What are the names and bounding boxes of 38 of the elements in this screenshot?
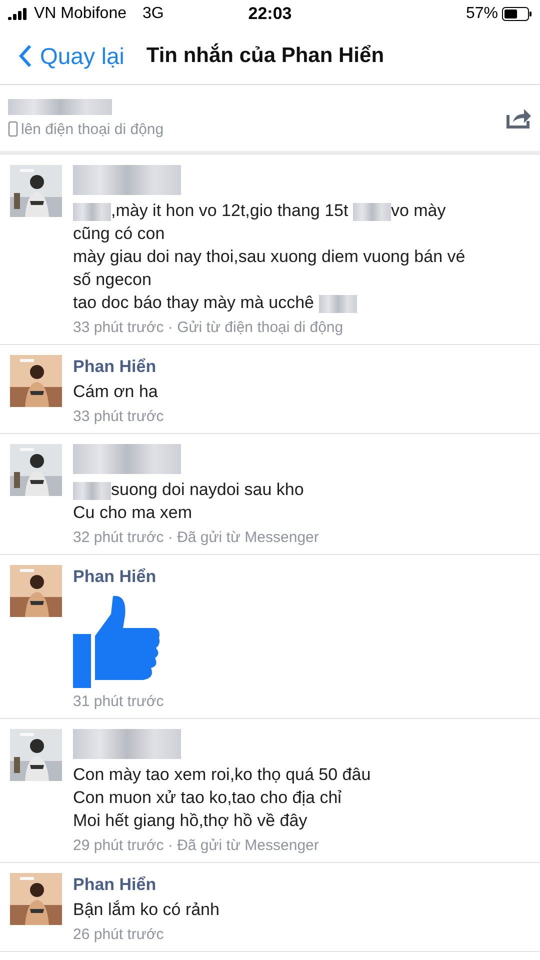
message-meta: 32 phút trước · Đã gửi từ Messenger (73, 529, 320, 546)
thumbs-up-icon (73, 594, 161, 688)
page-title: Tin nhắn của Phan Hiển (146, 44, 384, 68)
clock: 22:03 (248, 4, 292, 24)
message-meta: 26 phút trước (73, 926, 165, 943)
message-text: tao doc báo thay mày mà ucchê (73, 291, 530, 314)
blurred-patch (318, 294, 357, 313)
back-button[interactable]: Quay lại (18, 42, 124, 70)
sender-name[interactable]: Phan Hiển (73, 567, 530, 587)
message-text: cũng có con (73, 223, 166, 245)
phone-icon (8, 121, 18, 137)
message-meta: 33 phút trước · Gửi từ điện thoại di động (73, 319, 344, 336)
share-icon[interactable] (506, 107, 532, 129)
blurred-patch (73, 202, 111, 221)
message-text: Con mày tao xem roi,ko thọ quá 50 đâu (73, 764, 372, 786)
network-type: 3G (142, 5, 164, 23)
battery-percent: 57% (466, 5, 498, 23)
carrier-name: VN Mobifone (34, 5, 126, 23)
sender-name[interactable]: Phan Hiển (73, 357, 530, 377)
subtitle: lên điện thoại di động (21, 120, 164, 138)
message-text: suong doi naydoi sau kho (73, 478, 530, 501)
message-text: ,mày it hon vo 12t,gio thang 15t vo mày (73, 199, 530, 222)
signal-icon (8, 8, 28, 20)
message-meta: 29 phút trước · Đã gửi từ Messenger (73, 837, 320, 854)
message-meta: 33 phút trước (73, 408, 165, 425)
chevron-left-icon (18, 44, 32, 68)
message-text: Bận lắm ko có rảnh (73, 899, 220, 921)
sender-name[interactable]: Phan Hiển (73, 875, 530, 895)
message-text: Cám ơn ha (73, 381, 159, 403)
message-text: Cu cho ma xem (73, 502, 194, 524)
message-text: mày giau doi nay thoi,sau xuong diem vuong bán vé (73, 246, 466, 268)
message-text: số ngecon (73, 269, 152, 291)
message-text: Moi hết giang hồ,thợ hồ về đây (73, 810, 308, 832)
message-text: Con muon xử tao ko,tao cho địa chỉ (73, 787, 342, 809)
battery-icon (502, 7, 532, 21)
blurred-patch (73, 482, 111, 500)
blurred-patch (352, 202, 391, 221)
message-meta: 31 phút trước (73, 693, 165, 710)
